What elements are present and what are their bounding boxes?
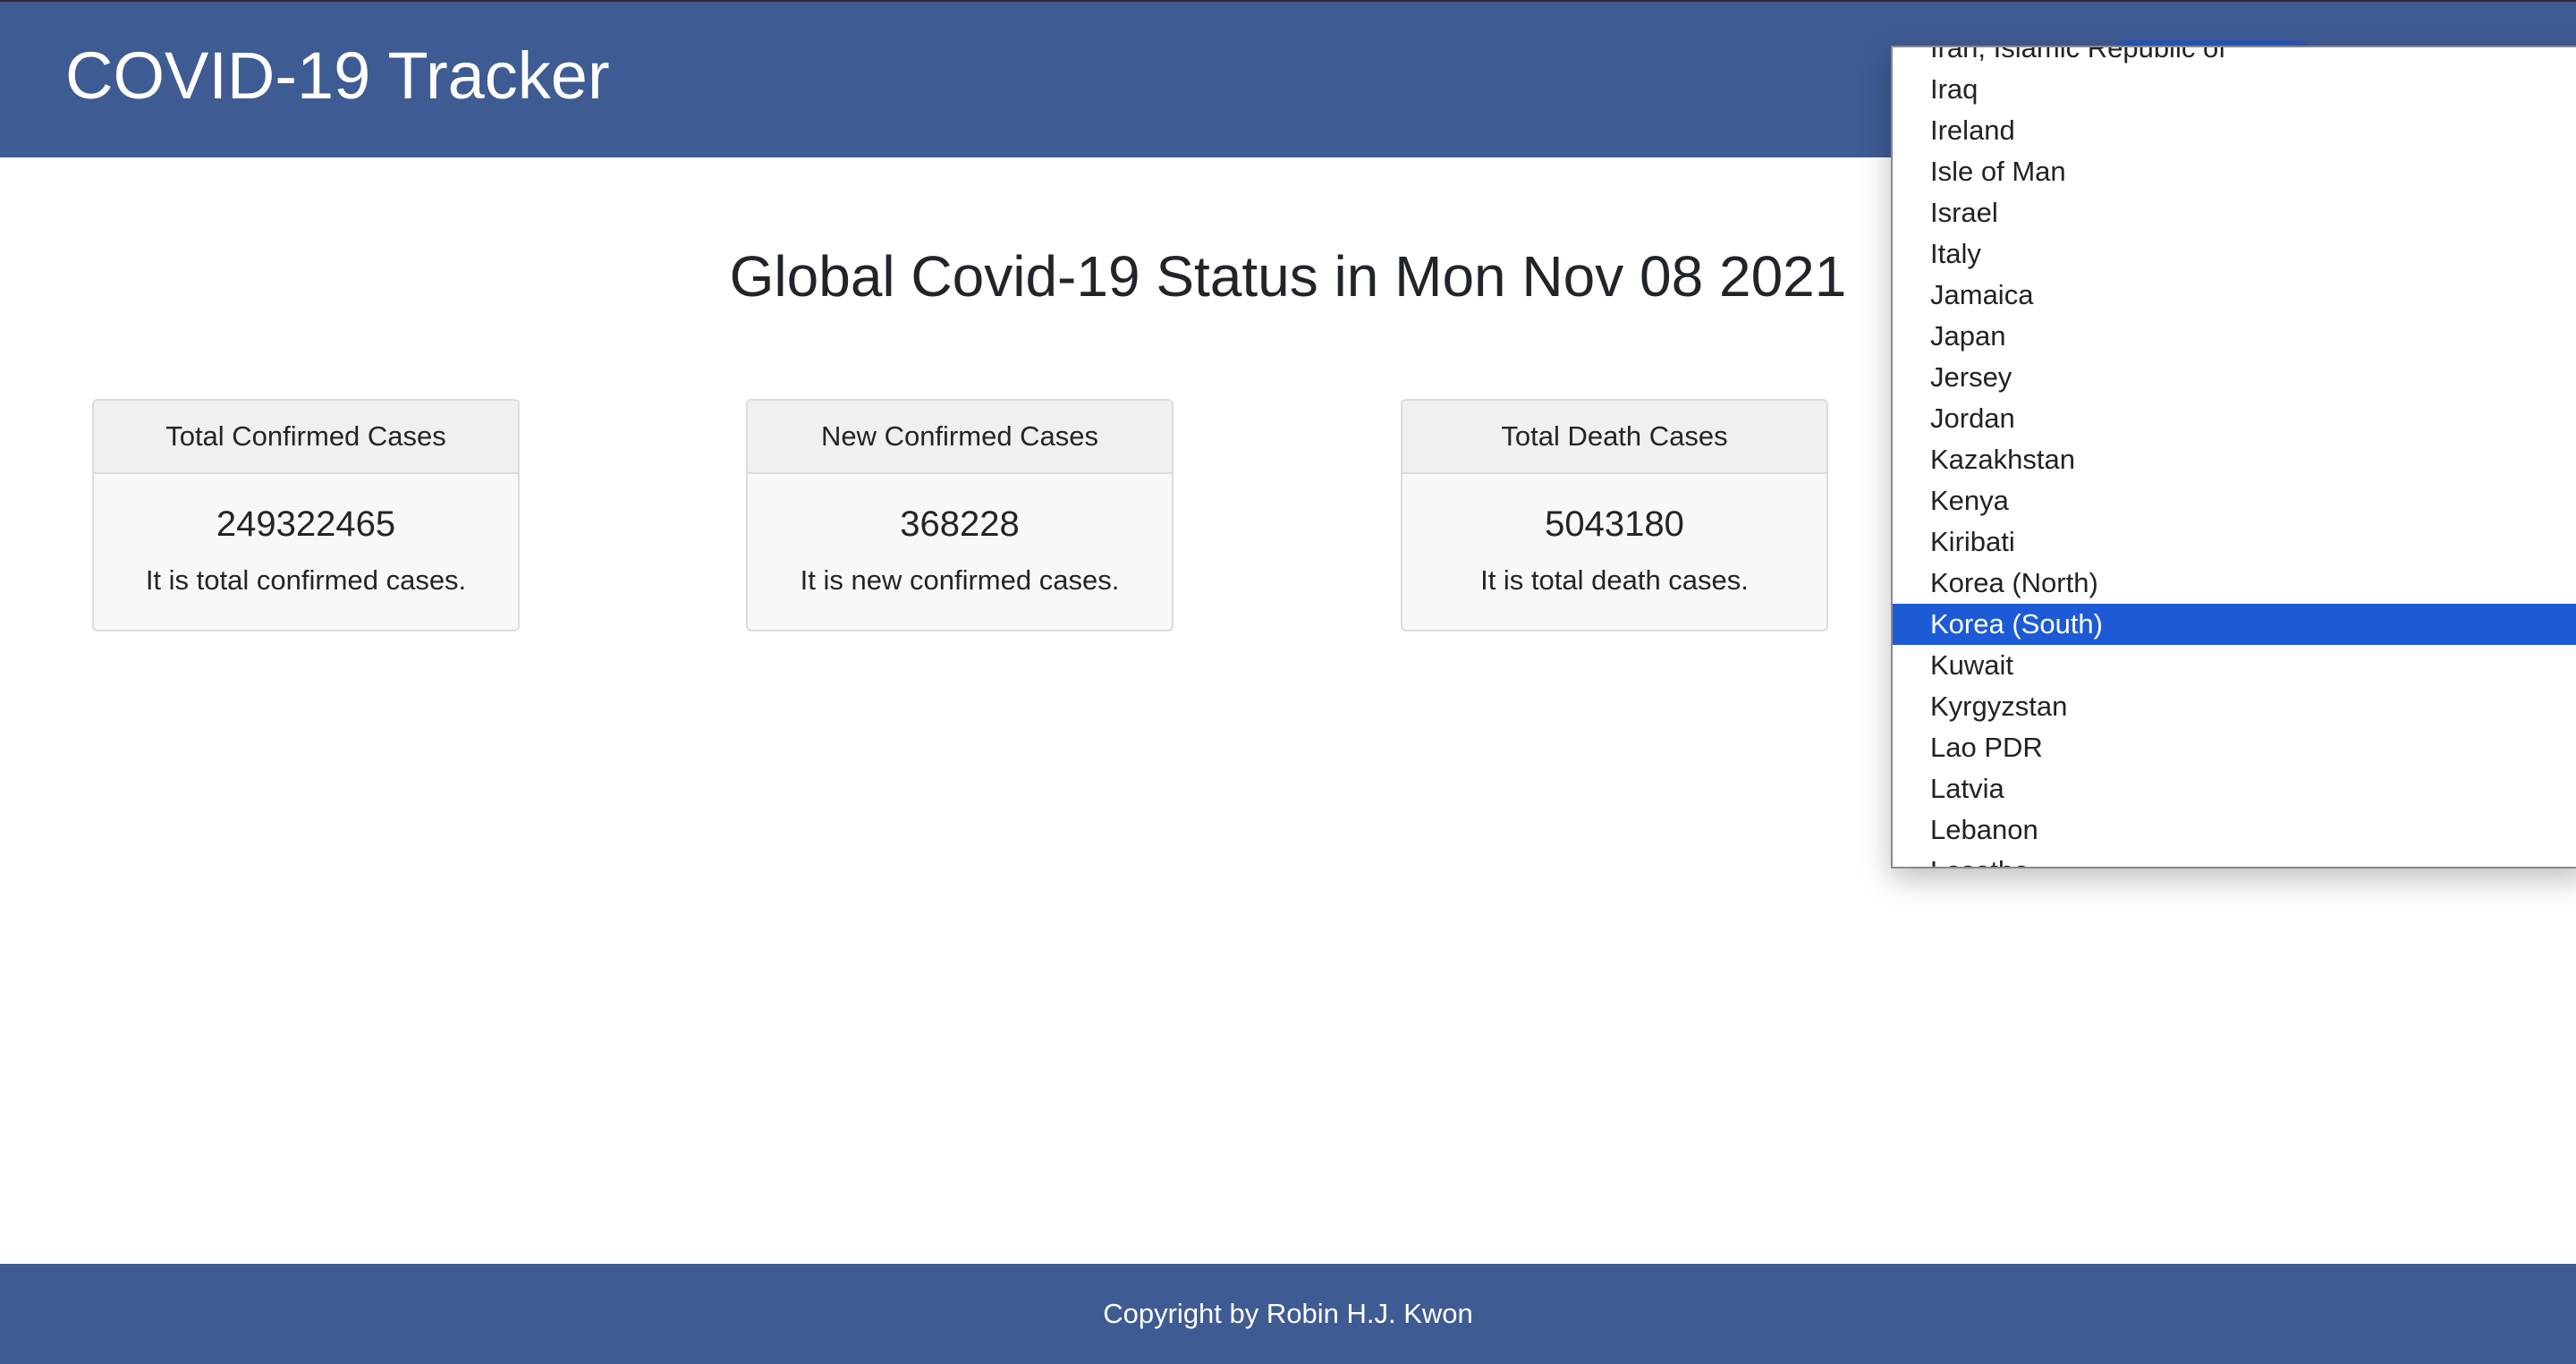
country-option[interactable]: Ireland bbox=[1893, 110, 2576, 151]
country-option[interactable]: Lebanon bbox=[1893, 809, 2576, 851]
card-value: 368228 bbox=[900, 504, 1020, 544]
card-value: 249322465 bbox=[216, 504, 396, 544]
country-option[interactable]: Lao PDR bbox=[1893, 727, 2576, 768]
country-option[interactable]: Kazakhstan bbox=[1893, 439, 2576, 480]
country-option[interactable]: Isle of Man bbox=[1893, 151, 2576, 192]
country-option[interactable]: Jamaica bbox=[1893, 275, 2576, 316]
country-option[interactable]: Korea (South) bbox=[1893, 604, 2576, 645]
country-option[interactable]: Kenya bbox=[1893, 480, 2576, 521]
country-dropdown-list[interactable]: Iran, Islamic Republic of Iraq Ireland Isle… bbox=[1891, 46, 2576, 868]
country-option[interactable]: Kiribati bbox=[1893, 521, 2576, 563]
card-text: It is total death cases. bbox=[1480, 564, 1749, 596]
card-header: New Confirmed Cases bbox=[748, 401, 1172, 474]
card-header: Total Death Cases bbox=[1402, 401, 1826, 474]
country-option[interactable]: Jordan bbox=[1893, 398, 2576, 439]
country-option[interactable]: Lesotho bbox=[1893, 851, 2576, 867]
card-text: It is new confirmed cases. bbox=[800, 564, 1120, 596]
footer: Copyright by Robin H.J. Kwon bbox=[0, 1264, 2576, 1364]
country-option[interactable]: Kuwait bbox=[1893, 645, 2576, 686]
card-new-confirmed: New Confirmed Cases 368228 It is new con… bbox=[746, 399, 1174, 631]
card-total-confirmed: Total Confirmed Cases 249322465 It is to… bbox=[92, 399, 520, 631]
card-text: It is total confirmed cases. bbox=[145, 564, 467, 596]
country-option[interactable]: Jersey bbox=[1893, 357, 2576, 398]
card-value: 5043180 bbox=[1545, 504, 1684, 544]
country-option[interactable]: Japan bbox=[1893, 316, 2576, 357]
card-total-death: Total Death Cases 5043180 It is total de… bbox=[1401, 399, 1828, 631]
country-option[interactable]: Italy bbox=[1893, 233, 2576, 275]
country-option[interactable]: Latvia bbox=[1893, 768, 2576, 809]
country-option[interactable]: Iraq bbox=[1893, 69, 2576, 110]
country-option[interactable]: Korea (North) bbox=[1893, 563, 2576, 604]
country-option[interactable]: Kyrgyzstan bbox=[1893, 686, 2576, 727]
card-header: Total Confirmed Cases bbox=[94, 401, 518, 474]
copyright-text: Copyright by Robin H.J. Kwon bbox=[1103, 1298, 1473, 1329]
country-option[interactable]: Iran, Islamic Republic of bbox=[1893, 47, 2576, 69]
brand-title[interactable]: COVID-19 Tracker bbox=[65, 38, 610, 114]
option-list: Iran, Islamic Republic of Iraq Ireland Isle… bbox=[1893, 47, 2576, 867]
country-option[interactable]: Israel bbox=[1893, 192, 2576, 233]
